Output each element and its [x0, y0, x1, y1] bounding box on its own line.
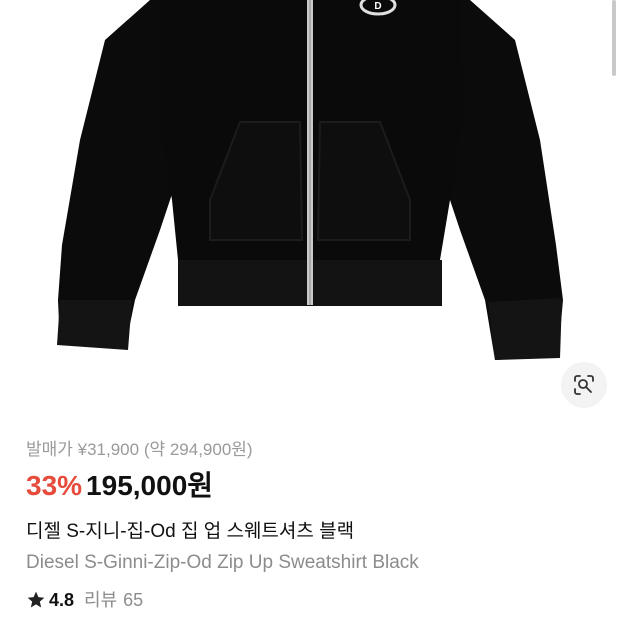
product-title-korean: 디젤 S-지니-집-Od 집 업 스웨트셔츠 블랙	[26, 521, 355, 542]
review-label[interactable]: 리뷰	[84, 586, 117, 614]
sale-price: 195,000원	[86, 470, 214, 501]
rating-value: 4.8	[49, 590, 75, 610]
star-icon	[27, 591, 45, 608]
product-info: 발매가 ¥31,900 (약 294,900원) 33% 195,000원 디젤 …	[26, 438, 600, 614]
svg-text:D: D	[374, 1, 381, 12]
product-image[interactable]: D	[0, 0, 620, 420]
price-row: 33% 195,000원	[26, 468, 600, 504]
review-count[interactable]: 65	[123, 586, 143, 614]
scrollbar[interactable]	[612, 0, 616, 76]
lens-search-button[interactable]	[561, 362, 607, 408]
release-price: 발매가 ¥31,900 (약 294,900원)	[26, 440, 253, 459]
lens-search-icon	[574, 375, 594, 395]
rating-row[interactable]: 4.8 리뷰 65	[26, 586, 600, 614]
discount-rate: 33%	[26, 470, 83, 501]
product-title-english: Diesel S-Ginni-Zip-Od Zip Up Sweatshirt …	[26, 552, 419, 573]
